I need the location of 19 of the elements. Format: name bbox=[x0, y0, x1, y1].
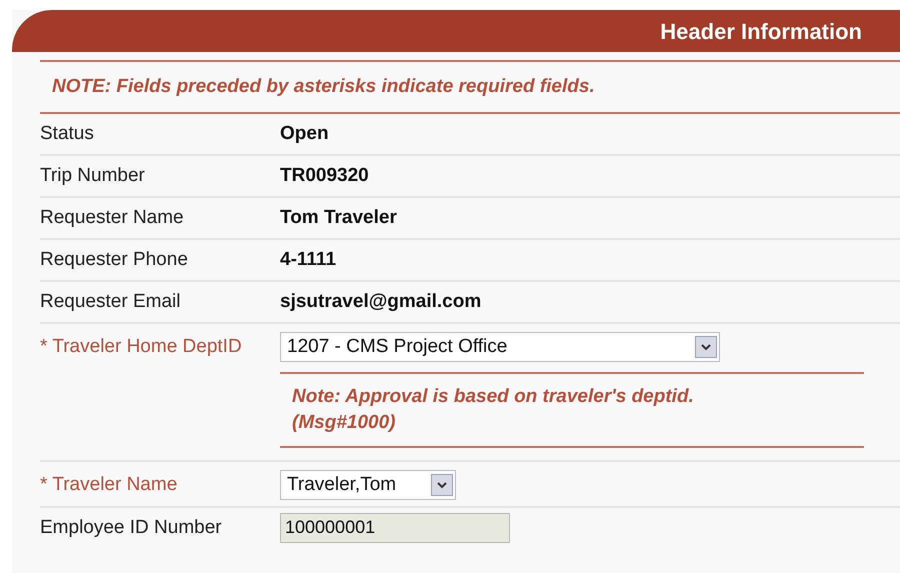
required-fields-note: NOTE: Fields preceded by asterisks indicate required fields. bbox=[52, 74, 595, 99]
field-label: Status bbox=[40, 122, 95, 146]
field-label: Trip Number bbox=[40, 164, 146, 188]
field-value: sjsutravel@gmail.com bbox=[280, 290, 482, 314]
dropdown-field[interactable]: Traveler,Tom bbox=[280, 470, 456, 500]
field-label: * Traveler Home DeptID bbox=[40, 334, 243, 359]
field-label: Employee ID Number bbox=[40, 516, 223, 540]
field-value: 4-1111 bbox=[280, 248, 336, 272]
field-value: Open bbox=[280, 122, 329, 146]
field-label: * Traveler Name bbox=[40, 472, 178, 497]
header-title: Header Information bbox=[660, 18, 862, 46]
readonly-field: 100000001 bbox=[280, 513, 510, 543]
field-label: Requester Phone bbox=[40, 248, 189, 272]
field-label: Requester Email bbox=[40, 290, 182, 314]
field-value: Tom Traveler bbox=[280, 206, 397, 230]
dropdown-field[interactable]: 1207 - CMS Project Office bbox=[280, 332, 720, 362]
field-value: TR009320 bbox=[280, 164, 369, 188]
field-label: Requester Name bbox=[40, 206, 185, 230]
approval-note: Note: Approval is based on traveler's deptid. (Msg#1000) bbox=[292, 385, 695, 435]
